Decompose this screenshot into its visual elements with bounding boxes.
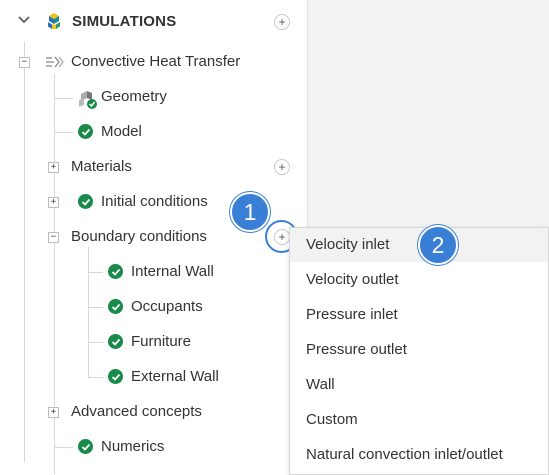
simulation-tree-panel: SIMULATIONS + − Convective Heat Transfer…	[0, 0, 308, 475]
check-circle-icon	[108, 299, 123, 314]
tree-item-numerics[interactable]: Numerics	[101, 438, 164, 455]
tree-item-materials[interactable]: Materials	[71, 158, 132, 175]
menu-item-wall[interactable]: Wall	[306, 376, 335, 393]
collapse-toggle[interactable]: −	[19, 57, 30, 68]
collapse-toggle[interactable]: −	[48, 232, 59, 243]
check-circle-icon	[78, 194, 93, 209]
tree-item-advanced-concepts[interactable]: Advanced concepts	[71, 403, 202, 420]
check-circle-icon	[108, 334, 123, 349]
tree-connector	[88, 246, 89, 378]
tree-item-initial-conditions[interactable]: Initial conditions	[101, 193, 208, 210]
check-circle-icon	[108, 369, 123, 384]
page-title: SIMULATIONS	[72, 13, 177, 30]
step-callout-2: 2	[418, 225, 458, 265]
tree-connector	[24, 42, 25, 462]
tree-item-internal-wall[interactable]: Internal Wall	[131, 263, 214, 280]
tree-connector-h	[55, 447, 73, 448]
check-circle-icon	[78, 124, 93, 139]
tree-connector-h	[55, 132, 73, 133]
chevron-down-icon[interactable]	[17, 13, 31, 27]
tree-item-external-wall[interactable]: External Wall	[131, 368, 219, 385]
tree-connector-h	[89, 272, 103, 273]
menu-item-custom[interactable]: Custom	[306, 411, 358, 428]
add-boundary-condition-button[interactable]: +	[274, 229, 290, 245]
add-material-button[interactable]: +	[274, 159, 290, 175]
cube-stack-icon	[48, 13, 60, 29]
menu-item-velocity-outlet[interactable]: Velocity outlet	[306, 271, 399, 288]
expand-toggle[interactable]: +	[48, 162, 59, 173]
tree-item-boundary-conditions[interactable]: Boundary conditions	[71, 228, 207, 245]
check-circle-icon	[108, 264, 123, 279]
menu-item-natural-convection[interactable]: Natural convection inlet/outlet	[306, 446, 503, 463]
expand-toggle[interactable]: +	[48, 407, 59, 418]
step-callout-1: 1	[230, 192, 270, 232]
add-simulation-button[interactable]: +	[274, 14, 290, 30]
expand-toggle[interactable]: +	[48, 197, 59, 208]
tree-item-occupants[interactable]: Occupants	[131, 298, 203, 315]
heat-flow-icon	[46, 56, 64, 68]
tree-item-furniture[interactable]: Furniture	[131, 333, 191, 350]
simulations-header[interactable]: SIMULATIONS	[0, 9, 308, 35]
tree-item-geometry[interactable]: Geometry	[101, 88, 167, 105]
tree-connector-h	[89, 342, 103, 343]
tree-connector-h	[89, 307, 103, 308]
tree-connector-h	[89, 377, 103, 378]
simulation-name[interactable]: Convective Heat Transfer	[71, 53, 240, 70]
menu-item-pressure-inlet[interactable]: Pressure inlet	[306, 306, 398, 323]
menu-item-velocity-inlet[interactable]: Velocity inlet	[306, 236, 389, 253]
menu-item-pressure-outlet[interactable]: Pressure outlet	[306, 341, 407, 358]
check-circle-icon	[78, 439, 93, 454]
geometry-cubes-icon	[79, 91, 97, 109]
tree-connector-h	[55, 98, 73, 99]
tree-item-model[interactable]: Model	[101, 123, 142, 140]
boundary-condition-menu: Velocity inlet Velocity outlet Pressure …	[289, 227, 549, 475]
